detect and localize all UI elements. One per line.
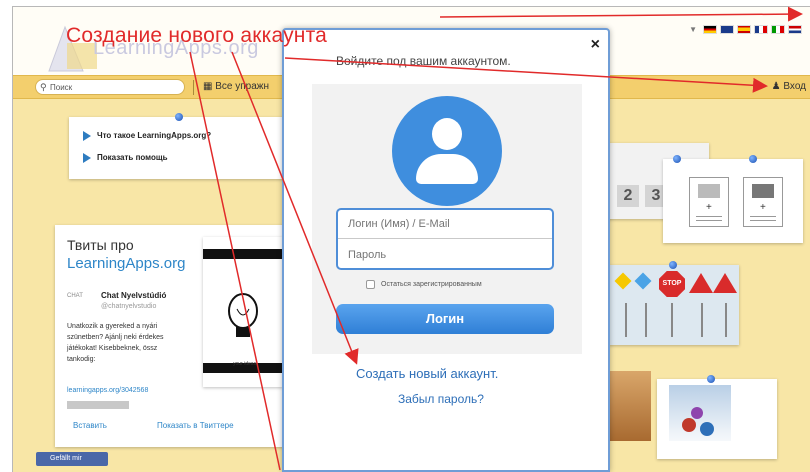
idea-app-card[interactable]: your ideas	[203, 237, 283, 387]
login-modal: × Войдите под вашим аккаунтом. Остаться …	[282, 28, 610, 472]
help-card: Что такое LearningApps.org? Показать пом…	[69, 113, 289, 179]
login-button[interactable]: Логин	[336, 304, 554, 334]
login-input-group	[336, 208, 554, 270]
login-field[interactable]	[338, 210, 552, 239]
play-icon	[83, 131, 91, 141]
pin-icon	[749, 155, 757, 163]
tweet-body: Unatkozik a gyereked a nyári szünetben? …	[67, 323, 164, 363]
number-tile: 2	[617, 185, 639, 207]
facebook-like-button[interactable]: Gefällt mir	[36, 452, 108, 466]
search-icon: ⚲	[40, 82, 47, 92]
play-icon	[83, 153, 91, 163]
tweet-media-thumbnail[interactable]	[67, 401, 129, 409]
pin-icon	[669, 261, 677, 269]
idea-caption: your ideas	[233, 361, 257, 367]
grid-icon: ▦	[203, 81, 216, 92]
image-document-icon: +	[689, 177, 729, 227]
es-flag-icon[interactable]	[737, 25, 751, 34]
de-flag-icon[interactable]	[703, 25, 717, 34]
pin-icon	[175, 113, 183, 121]
nav-login[interactable]: ♟ Вход	[772, 81, 806, 92]
user-icon: ♟	[771, 81, 784, 92]
traffic-signs-app-card[interactable]: STOP	[609, 261, 739, 345]
documents-app-card[interactable]: + +	[663, 155, 803, 243]
facebook-like-label: Gefällt mir	[50, 455, 82, 462]
nav-all-exercises[interactable]: ▦ Все упражн	[203, 81, 269, 92]
diamond-sign-icon	[634, 272, 652, 290]
tweet-avatar[interactable]: CHAT	[67, 293, 93, 307]
help-item-what-is[interactable]: Что такое LearningApps.org?	[83, 131, 211, 141]
it-flag-icon[interactable]	[771, 25, 785, 34]
nl-flag-icon[interactable]	[788, 25, 802, 34]
warning-sign-icon	[689, 273, 713, 293]
tweet-reply-link[interactable]: Вставить	[73, 421, 107, 430]
modal-subtitle: Войдите под вашим аккаунтом.	[336, 54, 511, 68]
tweet-author[interactable]: Chat Nyelvstúdió	[101, 291, 166, 300]
remember-checkbox[interactable]	[366, 280, 375, 289]
remember-label: Остаться зарегистрированным	[381, 281, 482, 288]
pin-icon	[673, 155, 681, 163]
help-item-show-help[interactable]: Показать помощь	[83, 153, 168, 163]
winter-app-card[interactable]	[657, 375, 777, 459]
fr-flag-icon[interactable]	[754, 25, 768, 34]
chevron-down-icon[interactable]: ▼	[689, 25, 697, 34]
forgot-password-link[interactable]: Забыл пароль?	[398, 392, 484, 406]
annotation-title: Создание нового аккаунта	[66, 24, 328, 47]
create-account-link[interactable]: Создать новый аккаунт.	[356, 366, 498, 381]
video-document-icon: +	[743, 177, 783, 227]
winter-illustration-icon	[669, 407, 731, 453]
pin-icon	[707, 375, 715, 383]
show-on-twitter-link[interactable]: Показать в Твиттере	[157, 421, 234, 430]
remember-me[interactable]: Остаться зарегистрированным	[366, 280, 482, 289]
gb-flag-icon[interactable]	[720, 25, 734, 34]
stop-sign-icon: STOP	[659, 271, 685, 297]
nav-divider	[193, 80, 194, 95]
lightbulb-icon	[228, 293, 258, 337]
password-field[interactable]	[338, 240, 552, 269]
login-panel: Остаться зарегистрированным Логин	[312, 84, 582, 354]
diamond-sign-icon	[614, 272, 632, 290]
tweet-link[interactable]: learningapps.org/3042568	[67, 387, 148, 394]
user-avatar-icon	[392, 96, 502, 206]
tweet-handle[interactable]: @chatnyelvstudio	[101, 303, 156, 310]
pedestrian-sign-icon	[713, 273, 737, 293]
close-icon[interactable]: ×	[591, 36, 600, 54]
search-placeholder: Поиск	[50, 83, 73, 92]
winter-scene-image	[669, 385, 731, 453]
idea-app-preview: your ideas	[203, 249, 283, 373]
language-selector[interactable]: ▼	[689, 25, 802, 34]
tweets-title-link[interactable]: LearningApps.org	[67, 255, 185, 272]
tweets-title: Твиты про	[67, 237, 134, 253]
search-input[interactable]: ⚲ Поиск	[35, 79, 185, 95]
